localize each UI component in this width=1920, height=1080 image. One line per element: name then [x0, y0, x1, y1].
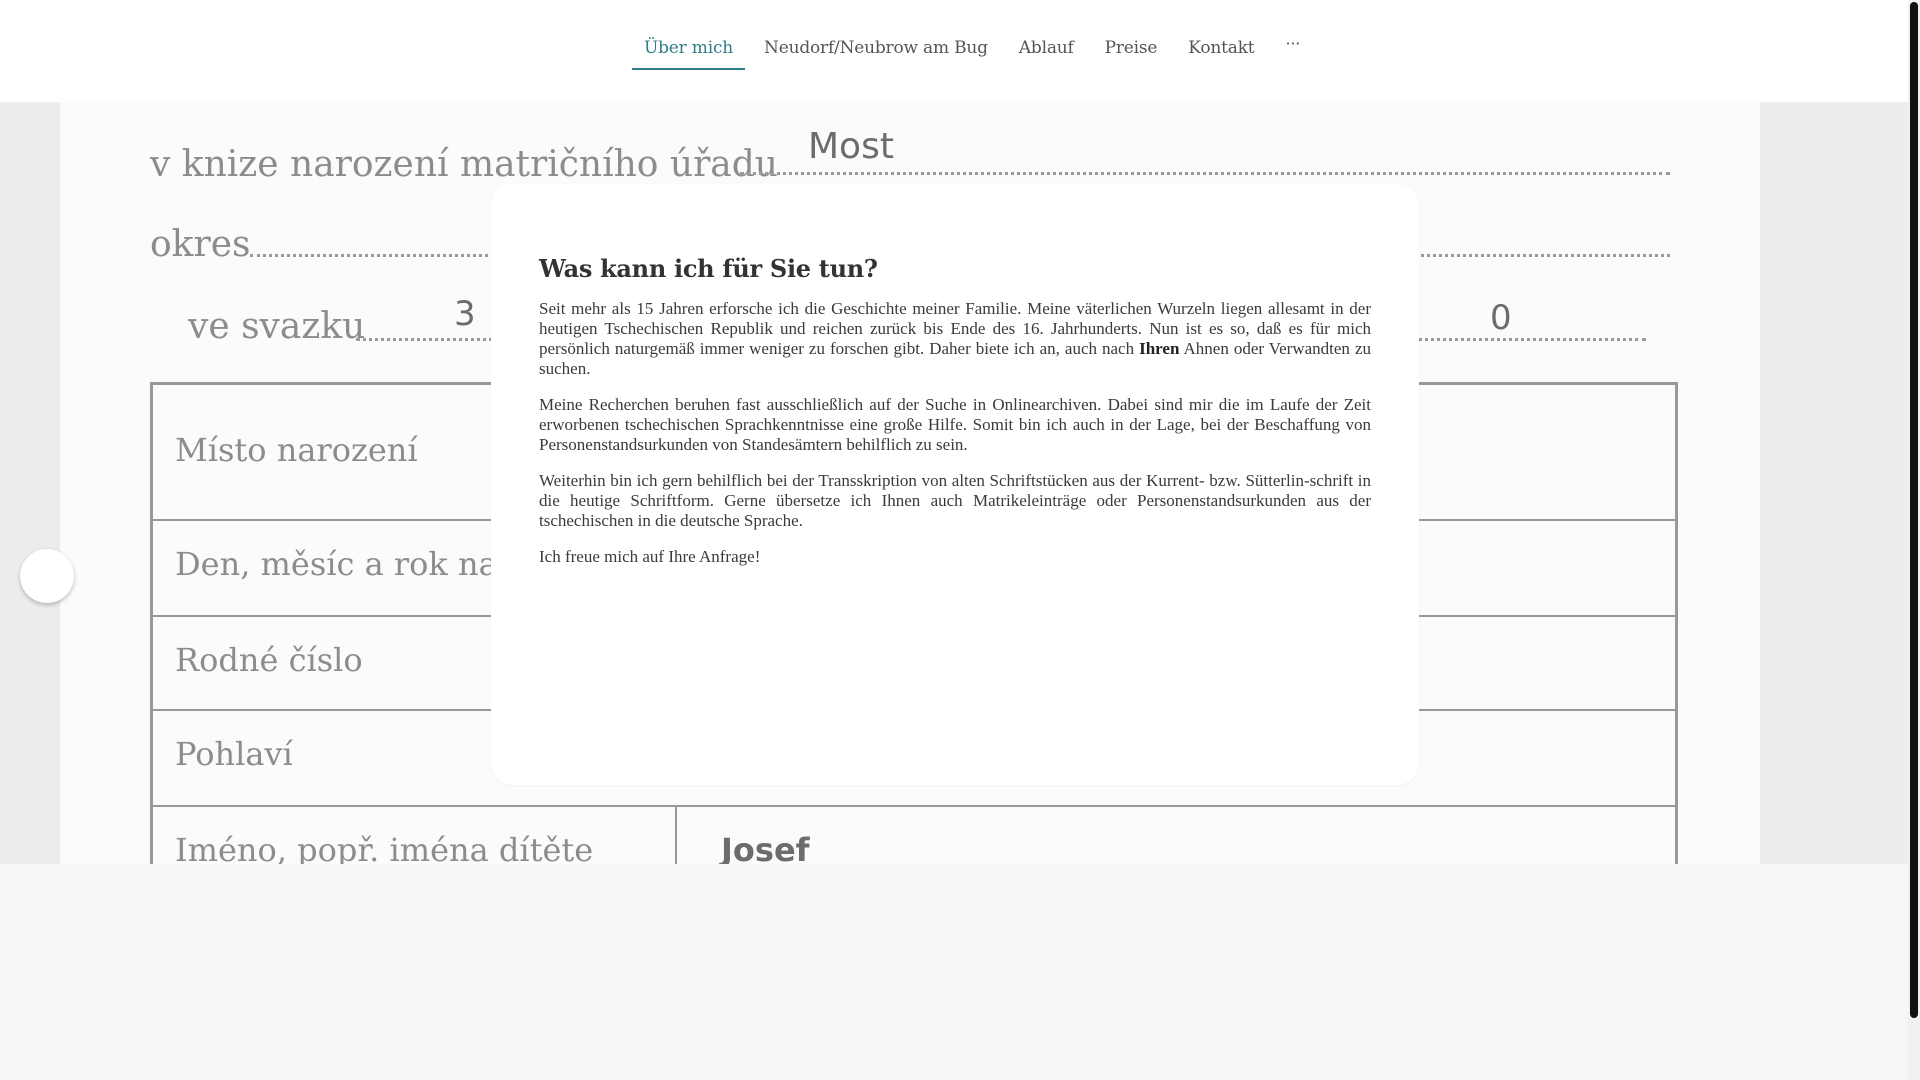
- doc-line-ve-svazku: ve svazku: [188, 306, 366, 347]
- card-paragraph-1-bold: Ihren: [1139, 339, 1180, 358]
- doc-field-label: Rodné číslo: [175, 641, 363, 679]
- doc-field-value: Josef: [721, 831, 810, 864]
- card-body: Was kann ich für Sie tun? Seit mehr als …: [539, 254, 1371, 583]
- content-card: Was kann ich für Sie tun? Seit mehr als …: [491, 184, 1419, 785]
- card-paragraph-1: Seit mehr als 15 Jahren erforsche ich di…: [539, 299, 1371, 379]
- card-paragraph-2: Meine Recherchen beruhen fast ausschließ…: [539, 395, 1371, 454]
- nav-more-icon[interactable]: ···: [1273, 0, 1312, 70]
- nav-item-ueber-mich[interactable]: Über mich: [632, 0, 746, 70]
- page-scrollbar[interactable]: [1908, 0, 1920, 1080]
- doc-line-okres: okres: [150, 224, 251, 265]
- nav-item-kontakt[interactable]: Kontakt: [1176, 0, 1266, 70]
- nav-item-preise[interactable]: Preise: [1093, 0, 1170, 70]
- doc-field-label: Iméno, popř. iména dítěte: [175, 831, 594, 864]
- main-navigation: Über mich Neudorf/Neubrow am Bug Ablauf …: [632, 0, 1319, 102]
- floating-circle-button[interactable]: [20, 549, 74, 603]
- doc-field-label: Pohlaví: [175, 735, 293, 773]
- card-paragraph-3: Weiterhin bin ich gern behilflich bei de…: [539, 471, 1371, 530]
- card-paragraph-4: Ich freue mich auf Ihre Anfrage!: [539, 547, 761, 566]
- doc-value-svazek: 3: [454, 294, 476, 334]
- nav-item-neudorf[interactable]: Neudorf/Neubrow am Bug: [752, 0, 1000, 70]
- top-navbar: Über mich Neudorf/Neubrow am Bug Ablauf …: [0, 0, 1908, 102]
- card-title: Was kann ich für Sie tun?: [539, 254, 878, 283]
- doc-field-label: Den, měsíc a rok naro: [175, 545, 533, 583]
- doc-table-rule: [153, 805, 1675, 807]
- doc-table-rule: [675, 805, 677, 864]
- scrollbar-thumb[interactable]: [1910, 2, 1918, 1018]
- doc-field-label: Místo narození: [175, 431, 418, 469]
- doc-line-matricni-urad: v knize narození matričního úřadu: [150, 144, 778, 185]
- doc-dotted-line: [740, 172, 1670, 175]
- doc-value-most: Most: [808, 126, 894, 167]
- doc-value-zero: 0: [1490, 298, 1512, 338]
- nav-item-ablauf[interactable]: Ablauf: [1007, 0, 1086, 70]
